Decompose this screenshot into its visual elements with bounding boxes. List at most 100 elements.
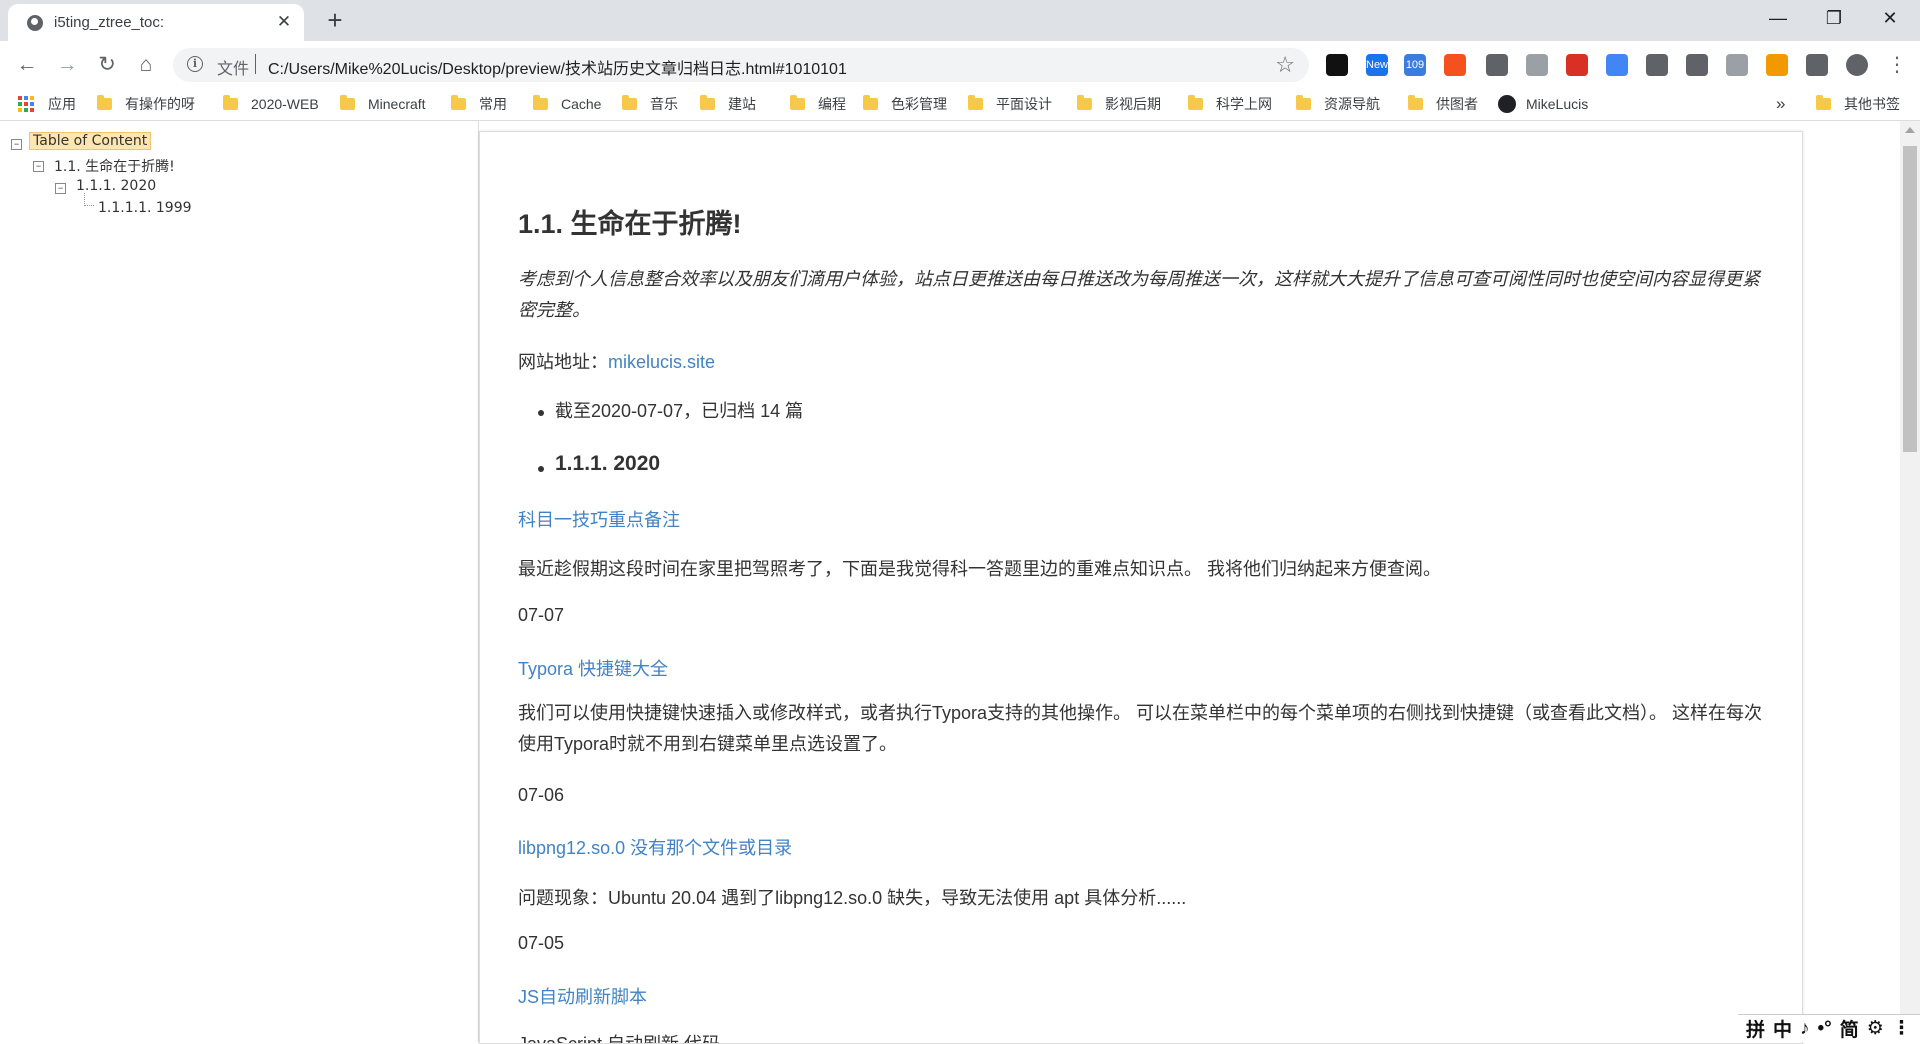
intro-paragraph: 考虑到个人信息整合效率以及朋友们滴用户体验，站点日更推送由每日推送改为每周推送一… — [518, 269, 1760, 320]
site-line: 网站地址：mikelucis.site — [518, 348, 715, 374]
folder-icon — [700, 95, 715, 110]
browser-tab[interactable]: i5ting_ztree_toc: ✕ — [8, 4, 304, 41]
post-title-link[interactable]: libpng12.so.0 没有那个文件或目录 — [518, 834, 792, 860]
mail-109-icon[interactable]: 109 — [1404, 54, 1426, 76]
bookmark-label: 编程 — [818, 96, 846, 112]
article-page: 1.1. 生命在于折腾! 考虑到个人信息整合效率以及朋友们滴用户体验，站点日更推… — [479, 131, 1803, 1044]
tab-close-icon[interactable]: ✕ — [274, 12, 294, 32]
ime-button[interactable]: ♪ — [1800, 1018, 1810, 1040]
bookmark-folder[interactable]: 有操作的呀 — [97, 92, 195, 116]
bullet-dot — [538, 410, 544, 416]
bookmark-label: 色彩管理 — [891, 96, 947, 112]
ime-button[interactable]: ⋮ — [1892, 1017, 1911, 1040]
puzzle-icon[interactable] — [1806, 54, 1828, 76]
tab-strip: i5ting_ztree_toc: ✕ + — ❐ ✕ — [0, 0, 1920, 41]
ime-toolbar: 拼中 ♪ •° 简 ⚙ ⋮ — [1738, 1014, 1920, 1042]
ime-button[interactable]: 中 — [1773, 1015, 1792, 1042]
toc-root-label: Table of Content — [29, 132, 152, 150]
globe-icon — [27, 15, 43, 31]
folder-icon — [1296, 95, 1311, 110]
bookmark-label: MikeLucis — [1526, 96, 1589, 112]
post-title-link[interactable]: JS自动刷新脚本 — [518, 983, 647, 1009]
window-close-button[interactable]: ✕ — [1862, 0, 1918, 36]
bookmarks-more-button[interactable]: » — [1776, 92, 1785, 116]
bookmark-folder[interactable]: 色彩管理 — [863, 92, 947, 116]
collapse-icon[interactable]: − — [33, 161, 44, 172]
bookmark-folder[interactable]: Minecraft — [340, 92, 426, 116]
bookmark-folder[interactable]: 建站 — [700, 92, 756, 116]
bookmark-label: 供图者 — [1436, 96, 1478, 112]
folder-icon — [790, 95, 805, 110]
bookmark-icon[interactable] — [1646, 54, 1668, 76]
home-button[interactable]: ⌂ — [130, 49, 162, 81]
bookmarks-bar: 应用 有操作的呀 2020-WEB Minecraft 常用 Cache 音乐 建站 编程 色彩… — [0, 88, 1920, 121]
reload-button[interactable]: ↻ — [91, 49, 123, 81]
ime-button[interactable]: 简 — [1840, 1015, 1859, 1042]
folder-icon — [97, 95, 112, 110]
bookmark-label: 其他书签 — [1844, 96, 1900, 112]
screenshot-icon[interactable] — [1686, 54, 1708, 76]
bookmark-label: Cache — [561, 96, 602, 112]
url-text[interactable]: C:/Users/Mike%20Lucis/Desktop/preview/技术… — [268, 55, 847, 79]
forward-button[interactable]: → — [51, 49, 83, 81]
ime-button[interactable]: •° — [1818, 1018, 1832, 1040]
ime-button[interactable]: ⚙ — [1867, 1017, 1884, 1040]
folder-icon — [223, 95, 238, 110]
minimize-button[interactable]: — — [1750, 0, 1806, 36]
new-tab-button[interactable]: + — [320, 6, 350, 36]
post-date: 07-07 — [518, 605, 565, 625]
bookmark-folder[interactable]: 资源导航 — [1296, 92, 1380, 116]
bookmark-github[interactable]: MikeLucis — [1498, 92, 1588, 116]
pdf-icon[interactable] — [1726, 54, 1748, 76]
site-link[interactable]: mikelucis.site — [608, 352, 715, 372]
bullet-dot — [538, 466, 544, 472]
bookmark-label: 平面设计 — [996, 96, 1052, 112]
orange-tool-icon[interactable] — [1766, 54, 1788, 76]
eraser-icon[interactable] — [1486, 54, 1508, 76]
github-icon — [1498, 95, 1516, 113]
menu-icon[interactable]: ⋮ — [1886, 54, 1908, 76]
collapse-icon[interactable]: − — [55, 183, 66, 194]
post-title-link[interactable]: Typora 快捷键大全 — [518, 655, 668, 681]
scroll-thumb[interactable] — [1903, 146, 1917, 452]
toc-item-level3[interactable]: 1.1.1.1. 1999 — [98, 200, 192, 216]
translate-icon[interactable] — [1606, 54, 1628, 76]
site-label: 网站地址： — [518, 352, 608, 372]
blocker-icon[interactable] — [1566, 54, 1588, 76]
post-title-link[interactable]: 科目一技巧重点备注 — [518, 506, 680, 532]
bookmark-label: 有操作的呀 — [125, 96, 195, 112]
bookmark-folder[interactable]: 平面设计 — [968, 92, 1052, 116]
bookmark-folder[interactable]: 2020-WEB — [223, 92, 319, 116]
bookmark-folder[interactable]: 供图者 — [1408, 92, 1478, 116]
address-bar[interactable]: i 文件 C:/Users/Mike%20Lucis/Desktop/previ… — [173, 48, 1309, 82]
tampermonkey-icon[interactable] — [1326, 54, 1348, 76]
toc-root[interactable]: Table of Content — [29, 132, 152, 150]
restore-button[interactable]: ❐ — [1806, 0, 1862, 36]
new-extension-icon[interactable]: New — [1366, 54, 1388, 76]
back-button[interactable]: ← — [11, 49, 43, 81]
bookmark-folder[interactable]: Cache — [533, 92, 601, 116]
ime-button[interactable]: 拼 — [1746, 1015, 1765, 1042]
bookmark-label: 科学上网 — [1216, 96, 1272, 112]
profile-avatar-icon[interactable] — [1846, 54, 1868, 76]
bookmark-folder[interactable]: 科学上网 — [1188, 92, 1272, 116]
toc-item-level2[interactable]: 1.1.1. 2020 — [76, 178, 156, 194]
folder-icon — [863, 95, 878, 110]
info-icon[interactable]: i — [187, 56, 203, 72]
vertical-scrollbar[interactable] — [1900, 121, 1920, 1042]
bookmark-star-icon[interactable]: ☆ — [1275, 52, 1295, 78]
bookmark-folder[interactable]: 音乐 — [622, 92, 678, 116]
scroll-up-arrow-icon[interactable] — [1905, 127, 1915, 133]
bookmark-label: 常用 — [479, 96, 507, 112]
bookmark-folder[interactable]: 常用 — [451, 92, 507, 116]
folder-icon — [451, 95, 466, 110]
collapse-icon[interactable]: − — [11, 139, 22, 150]
orange-extension-icon[interactable] — [1444, 54, 1466, 76]
bookmark-other[interactable]: 其他书签 — [1816, 92, 1900, 116]
bookmark-folder[interactable]: 编程 — [790, 92, 846, 116]
bookmark-apps[interactable]: 应用 — [18, 92, 76, 116]
grid-extension-icon[interactable] — [1526, 54, 1548, 76]
toc-sidebar: − Table of Content − 1.1. 生命在于折腾! − 1.1.… — [0, 121, 479, 1042]
toc-item-level1[interactable]: 1.1. 生命在于折腾! — [54, 156, 175, 176]
bookmark-folder[interactable]: 影视后期 — [1077, 92, 1161, 116]
